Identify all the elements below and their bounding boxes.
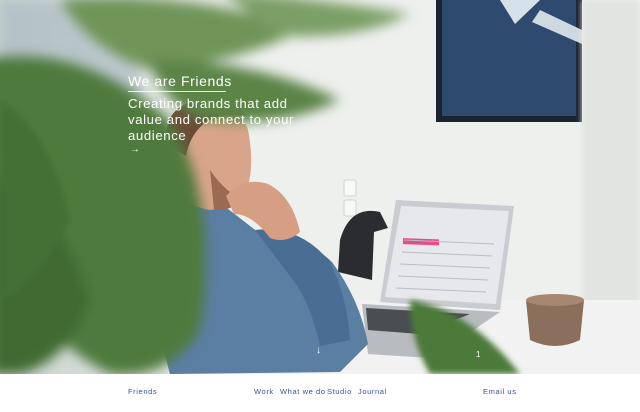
hero-text-block: We are Friends Creating brands that add …	[128, 72, 318, 144]
nav-what-we-do[interactable]: What we do	[280, 387, 326, 396]
slide-counter: 1	[476, 350, 481, 359]
arrow-down-icon[interactable]: ↓	[316, 345, 321, 356]
bottom-nav-bar: Friends Work What we do Studio Journal E…	[0, 374, 640, 412]
brand-link[interactable]: Friends	[128, 387, 157, 396]
hero-headline: Creating brands that add value and conne…	[128, 96, 295, 143]
nav-journal[interactable]: Journal	[358, 387, 387, 396]
nav-studio[interactable]: Studio	[327, 387, 352, 396]
hero-eyebrow: We are Friends	[128, 73, 232, 89]
hero-section: We are Friends Creating brands that add …	[0, 0, 640, 374]
nav-work[interactable]: Work	[254, 387, 274, 396]
eyebrow-underline	[128, 91, 226, 92]
hero-photo	[0, 0, 640, 374]
email-us-link[interactable]: Email us	[483, 387, 517, 396]
arrow-right-icon[interactable]: →	[130, 144, 140, 155]
